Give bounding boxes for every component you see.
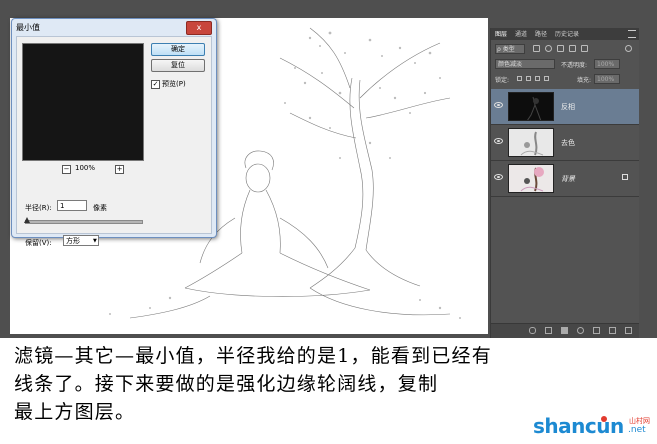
ok-button[interactable]: 确定 [151, 43, 205, 56]
filter-row: ρ 类型 [493, 43, 637, 55]
minimum-filter-dialog: 最小值 x − 100% + 确定 复位 ✓ 预览(P) 半径(R): 1 像素… [11, 18, 217, 247]
adjustment-icon[interactable] [577, 327, 584, 334]
blend-mode-select[interactable]: 颜色减淡 [495, 59, 555, 69]
fill-label: 填充: [577, 77, 592, 84]
lock-icon [622, 174, 628, 180]
type-filter-icon[interactable] [557, 45, 564, 52]
group-icon[interactable] [593, 327, 600, 334]
preserve-label: 保留(V): [25, 239, 52, 247]
lock-image-icon[interactable] [526, 76, 531, 81]
preview-label: 预览(P) [162, 80, 186, 88]
fill-input[interactable]: 100% [594, 74, 620, 84]
filter-kind-select[interactable]: ρ 类型 [495, 44, 525, 54]
filter-preview[interactable] [22, 43, 144, 161]
zoom-out-button[interactable]: − [62, 165, 71, 174]
opacity-label: 不透明度: [561, 62, 588, 69]
eye-icon[interactable] [494, 102, 503, 108]
panel-menu-icon[interactable] [628, 30, 636, 38]
photoshop-screenshot: 最小值 x − 100% + 确定 复位 ✓ 预览(P) 半径(R): 1 像素… [0, 0, 657, 338]
tab-history[interactable]: 历史记录 [555, 29, 579, 38]
shape-filter-icon[interactable] [569, 45, 576, 52]
layer-row-desaturate[interactable]: 去色 [491, 125, 639, 161]
smart-object-filter-icon[interactable] [581, 45, 588, 52]
tab-layers[interactable]: 图层 [495, 29, 507, 38]
layer-row-invert[interactable]: 反相 [491, 89, 639, 125]
chevron-down-icon: ▼ [93, 238, 97, 244]
layer-row-background[interactable]: 背景 [491, 161, 639, 197]
zoom-level: 100% [75, 164, 96, 172]
radius-label: 半径(R): [25, 204, 52, 212]
reset-button[interactable]: 复位 [151, 59, 205, 72]
trash-icon[interactable] [625, 327, 632, 334]
dialog-body: − 100% + 确定 复位 ✓ 预览(P) 半径(R): 1 像素 保留(V)… [16, 36, 212, 247]
link-icon[interactable] [529, 327, 536, 334]
close-button[interactable]: x [186, 21, 212, 35]
layer-thumbnail [508, 92, 554, 121]
layer-name: 去色 [561, 139, 575, 147]
layer-thumbnail [508, 164, 554, 193]
lock-position-icon[interactable] [535, 76, 540, 81]
radius-slider-thumb[interactable] [24, 217, 30, 223]
layer-name: 背景 [561, 175, 575, 183]
lock-all-icon[interactable] [544, 76, 549, 81]
eye-icon[interactable] [494, 138, 503, 144]
radius-slider-track[interactable] [25, 220, 143, 224]
new-layer-icon[interactable] [609, 327, 616, 334]
site-watermark: shancun 山村网 .net [533, 414, 657, 444]
dialog-title: 最小值 [16, 23, 40, 32]
tab-paths[interactable]: 路径 [535, 29, 547, 38]
caption-line: 线条了。接下来要做的是强化边缘轮阔线，复制 [14, 373, 439, 395]
watermark-logo: shancun [533, 414, 624, 438]
eye-icon[interactable] [494, 174, 503, 180]
zoom-in-button[interactable]: + [115, 165, 124, 174]
lock-transparent-icon[interactable] [517, 76, 522, 81]
panel-tabs: 图层 通道 路径 历史记录 [491, 28, 639, 40]
mask-icon[interactable] [561, 327, 568, 334]
layer-name: 反相 [561, 103, 575, 111]
fx-icon[interactable] [545, 327, 552, 334]
layer-thumbnail [508, 128, 554, 157]
preview-checkbox[interactable]: ✓ [151, 80, 160, 89]
watermark-dot [601, 416, 607, 422]
radius-input[interactable]: 1 [57, 200, 87, 211]
layers-panel: 图层 通道 路径 历史记录 ρ 类型 颜色减淡 不透明度: 100% 锁定: 填… [490, 28, 639, 338]
opacity-input[interactable]: 100% [594, 59, 620, 69]
adjustment-filter-icon[interactable] [545, 45, 552, 52]
lock-label: 锁定: [495, 77, 510, 84]
tab-channels[interactable]: 通道 [515, 29, 527, 38]
filter-toggle-icon[interactable] [625, 45, 632, 52]
blend-row: 颜色减淡 不透明度: 100% [493, 58, 637, 70]
radius-unit: 像素 [93, 204, 107, 212]
watermark-domain: .net [628, 425, 646, 435]
lock-row: 锁定: 填充: 100% [493, 73, 637, 85]
panel-bottom-bar [491, 323, 639, 338]
caption-line: 滤镜—其它—最小值，半径我给的是1，能看到已经有 [14, 345, 492, 367]
pixel-filter-icon[interactable] [533, 45, 540, 52]
